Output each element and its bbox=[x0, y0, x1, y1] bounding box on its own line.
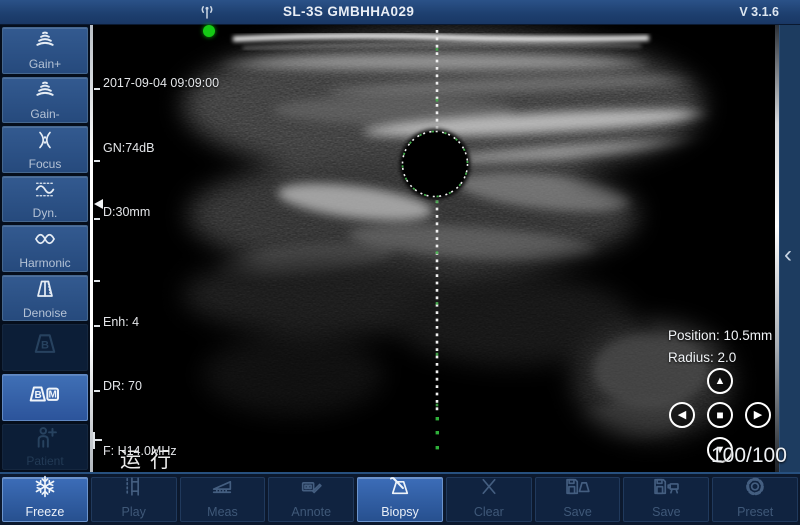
biopsy-icon bbox=[387, 474, 413, 504]
toolbar-button-label: Meas bbox=[207, 505, 238, 519]
sidebar-button-label: Denoise bbox=[23, 307, 67, 320]
timestamp-text: 2017-09-04 09:09:00 bbox=[103, 73, 219, 95]
sidebar-button-label: Gain- bbox=[30, 108, 59, 121]
chevron-left-icon: ‹ bbox=[784, 243, 792, 267]
ruler-tick bbox=[94, 88, 100, 90]
sidebar-button-label: Focus bbox=[29, 158, 62, 171]
ruler-tick bbox=[94, 280, 100, 282]
sidebar: Gain+ Gain- Focus bbox=[0, 25, 90, 472]
titlebar: SL-3S GMBHHA029 V 3.1.6 bbox=[0, 0, 800, 25]
sidebar-button-patient[interactable]: Patient bbox=[2, 424, 88, 471]
dpad-right-button[interactable]: ▶ bbox=[745, 402, 771, 428]
svg-text:B: B bbox=[41, 340, 49, 352]
toolbar-button-label: Preset bbox=[737, 505, 773, 519]
arrow-right-icon: ▶ bbox=[754, 410, 762, 421]
svg-text:B: B bbox=[35, 390, 42, 401]
clear-button[interactable]: Clear bbox=[446, 477, 532, 522]
stop-square-icon: ■ bbox=[716, 409, 723, 421]
depth-text: D:30mm bbox=[103, 202, 219, 224]
annotate-button[interactable]: Annote bbox=[268, 477, 354, 522]
antenna-icon bbox=[197, 5, 217, 20]
sidebar-button-gain-minus[interactable]: Gain- bbox=[2, 77, 88, 124]
sidebar-button-label: Harmonic bbox=[19, 257, 70, 270]
toolbar-button-label: Clear bbox=[474, 505, 504, 519]
sidebar-button-gain-plus[interactable]: Gain+ bbox=[2, 27, 88, 74]
toolbar-button-label: Save bbox=[652, 505, 681, 519]
biopsy-readout: Position: 10.5mm Radius: 2.0 bbox=[668, 325, 772, 369]
ultrasound-image-area: 2017-09-04 09:09:00 GN:74dB D:30mm Enh: … bbox=[93, 25, 775, 472]
biopsy-button[interactable]: Biopsy bbox=[357, 477, 443, 522]
sidebar-button-harmonic[interactable]: Harmonic bbox=[2, 225, 88, 272]
save-image-button[interactable]: Save bbox=[535, 477, 621, 522]
gain-increase-icon bbox=[30, 29, 60, 57]
ruler-tick bbox=[94, 218, 100, 220]
patient-icon bbox=[31, 426, 59, 454]
save-image-icon bbox=[561, 474, 595, 504]
dpad-center-button[interactable]: ■ bbox=[707, 402, 733, 428]
gain-decrease-icon bbox=[30, 79, 60, 107]
ruler-end-marker bbox=[93, 439, 102, 441]
ruler-tick bbox=[94, 390, 100, 392]
dpad-left-button[interactable]: ◀ bbox=[669, 402, 695, 428]
freeze-button[interactable]: Freeze bbox=[2, 477, 88, 522]
dynamic-range-text: DR: 70 bbox=[103, 376, 219, 398]
toolbar-button-label: Play bbox=[122, 505, 146, 519]
enhance-text: Enh: 4 bbox=[103, 312, 219, 334]
sidebar-button-focus[interactable]: Focus bbox=[2, 126, 88, 173]
harmonic-icon bbox=[29, 227, 61, 256]
sidebar-button-dyn[interactable]: Dyn. bbox=[2, 176, 88, 223]
side-panel-handle[interactable]: ‹ bbox=[779, 25, 800, 472]
b-mode-icon: B bbox=[29, 331, 61, 363]
dpad-up-button[interactable]: ▲ bbox=[707, 368, 733, 394]
ultrasound-app: SL-3S GMBHHA029 V 3.1.6 Gain+ Gain- bbox=[0, 0, 800, 525]
arrow-up-icon: ▲ bbox=[715, 376, 726, 387]
device-title: SL-3S GMBHHA029 bbox=[283, 4, 414, 19]
biopsy-position-text: Position: 10.5mm bbox=[668, 325, 772, 347]
ruler-tick bbox=[94, 160, 100, 162]
toolbar-button-label: Biopsy bbox=[381, 505, 419, 519]
sidebar-button-b-mode[interactable]: B bbox=[2, 324, 88, 371]
toolbar-button-label: Annote bbox=[291, 505, 331, 519]
toolbar-button-label: Save bbox=[563, 505, 592, 519]
denoise-icon bbox=[31, 277, 59, 306]
acquisition-parameters: 2017-09-04 09:09:00 GN:74dB D:30mm Enh: … bbox=[103, 30, 219, 505]
focus-position-marker bbox=[94, 199, 103, 209]
clear-x-icon bbox=[476, 474, 502, 504]
bm-mode-icon: B M bbox=[27, 381, 63, 412]
focus-icon bbox=[31, 128, 59, 157]
sidebar-button-label: Gain+ bbox=[29, 58, 61, 71]
biopsy-radius-text: Radius: 2.0 bbox=[668, 347, 772, 369]
sidebar-button-label: Patient bbox=[26, 455, 63, 468]
run-status-text: 运行 bbox=[120, 444, 180, 474]
firmware-version: V 3.1.6 bbox=[739, 5, 779, 19]
active-status-dot bbox=[203, 25, 215, 37]
toolbar-button-label: Freeze bbox=[25, 505, 64, 519]
dynamic-range-icon bbox=[30, 178, 60, 206]
svg-text:M: M bbox=[49, 390, 57, 401]
sidebar-button-bm-mode[interactable]: B M bbox=[2, 374, 88, 421]
preset-gear-icon bbox=[742, 474, 768, 504]
arrow-left-icon: ◀ bbox=[678, 410, 686, 421]
sidebar-button-denoise[interactable]: Denoise bbox=[2, 275, 88, 322]
sidebar-button-label: Dyn. bbox=[33, 207, 58, 220]
ruler-tick bbox=[94, 325, 100, 327]
save-video-icon bbox=[649, 474, 683, 504]
freeze-icon bbox=[32, 474, 58, 504]
annotate-icon bbox=[297, 474, 325, 504]
save-video-button[interactable]: Save bbox=[623, 477, 709, 522]
preset-button[interactable]: Preset bbox=[712, 477, 798, 522]
frame-counter-text: 100/100 bbox=[711, 444, 787, 468]
gain-text: GN:74dB bbox=[103, 138, 219, 160]
